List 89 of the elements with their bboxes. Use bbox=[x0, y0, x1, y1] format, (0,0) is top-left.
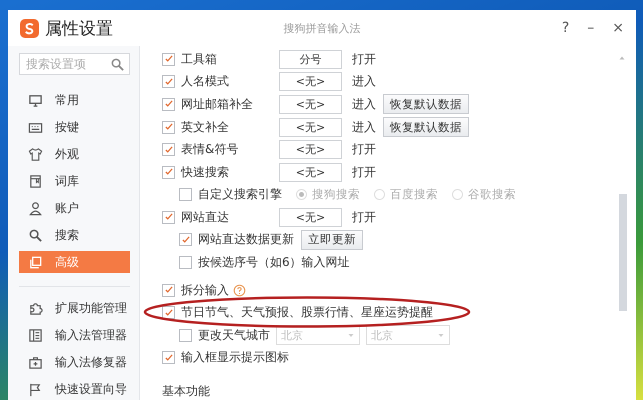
check-icon bbox=[164, 122, 174, 132]
update-button[interactable]: 立即更新 bbox=[301, 230, 363, 250]
action-label: 进入 bbox=[352, 96, 376, 113]
person-icon bbox=[28, 200, 43, 216]
book-icon bbox=[28, 174, 43, 188]
checkbox[interactable] bbox=[162, 52, 175, 66]
option-label: 节日节气、天气预报、股票行情、星座运势提醒 bbox=[181, 304, 433, 322]
toolbox-icon bbox=[28, 354, 43, 370]
caret-icon bbox=[347, 331, 355, 340]
checkbox[interactable] bbox=[179, 233, 192, 246]
s-logo-icon bbox=[23, 22, 36, 34]
close-button[interactable]: × bbox=[610, 20, 626, 36]
shirt-icon bbox=[28, 146, 43, 162]
hotkey-field[interactable]: 分号 bbox=[279, 50, 342, 69]
check-icon bbox=[164, 167, 174, 178]
action-label: 打开 bbox=[352, 208, 376, 226]
search-field[interactable]: 搜索设置项 bbox=[19, 53, 130, 75]
restore-button[interactable]: 恢复默认数据 bbox=[383, 117, 469, 138]
scroll-up-icon bbox=[618, 54, 626, 62]
caret-icon bbox=[437, 331, 445, 340]
tool-link[interactable]: 输入法管理器 bbox=[19, 324, 130, 346]
list-icon bbox=[28, 328, 43, 342]
search-icon bbox=[28, 228, 43, 242]
option-label: 快速搜索 bbox=[181, 164, 229, 181]
check-icon bbox=[164, 212, 174, 222]
checkbox[interactable] bbox=[162, 120, 175, 134]
copy-icon bbox=[28, 254, 43, 270]
checkbox[interactable] bbox=[179, 188, 192, 202]
option-label: 网址邮箱补全 bbox=[181, 96, 253, 113]
check-icon bbox=[164, 144, 174, 155]
check-icon bbox=[164, 352, 174, 363]
option-label: 输入框显示提示图标 bbox=[181, 349, 289, 366]
option-label: 网站直达 bbox=[181, 208, 229, 226]
checkbox[interactable] bbox=[179, 256, 192, 269]
option-label: 更改天气城市 bbox=[198, 326, 270, 344]
option-label: 网站直达数据更新 bbox=[198, 231, 294, 248]
hotkey-field[interactable]: <无> bbox=[279, 118, 342, 137]
action-label: 进入 bbox=[352, 118, 376, 136]
checkbox[interactable] bbox=[162, 75, 175, 88]
sidebar-item[interactable]: 外观 bbox=[19, 143, 130, 165]
check-icon bbox=[180, 234, 190, 245]
checkbox[interactable] bbox=[179, 328, 192, 342]
app-name: 搜狗拼音输入法 bbox=[284, 22, 360, 34]
hotkey-field[interactable]: <无> bbox=[279, 162, 342, 182]
monitor-icon bbox=[28, 92, 43, 108]
option-label: 自定义搜索引擎 bbox=[198, 186, 282, 204]
checkbox[interactable] bbox=[162, 98, 175, 111]
option-label: 英文补全 bbox=[181, 118, 229, 136]
hotkey-field[interactable]: <无> bbox=[279, 208, 342, 227]
action-label: 打开 bbox=[352, 164, 376, 181]
puzzle-icon bbox=[28, 300, 43, 316]
check-icon bbox=[164, 285, 174, 296]
section-heading: 基本功能 bbox=[162, 383, 211, 400]
hotkey-field[interactable]: <无> bbox=[279, 72, 342, 92]
action-label: 进入 bbox=[352, 73, 376, 90]
sidebar-item[interactable]: 常用 bbox=[19, 89, 130, 111]
tool-link[interactable]: 扩展功能管理 bbox=[19, 297, 130, 319]
hotkey-field[interactable]: <无> bbox=[279, 140, 342, 160]
option-label: 人名模式 bbox=[181, 73, 229, 90]
checkbox[interactable] bbox=[162, 351, 175, 364]
sidebar-item[interactable]: 按键 bbox=[19, 116, 130, 138]
sidebar-item[interactable]: 搜索 bbox=[19, 224, 130, 246]
help-icon bbox=[233, 284, 246, 297]
search-icon bbox=[110, 57, 125, 72]
flag-icon bbox=[28, 382, 43, 396]
tool-link[interactable]: 输入法修复器 bbox=[19, 351, 130, 373]
option-label: 按候选序号（如6）输入网址 bbox=[198, 254, 350, 271]
minimize-button[interactable]: – bbox=[585, 20, 596, 36]
checkbox[interactable] bbox=[162, 284, 175, 297]
checkbox[interactable] bbox=[162, 306, 175, 320]
restore-button[interactable]: 恢复默认数据 bbox=[383, 94, 469, 114]
sidebar-item[interactable]: 账户 bbox=[19, 197, 130, 219]
window-title: 属性设置 bbox=[45, 18, 113, 40]
option-label: 工具箱 bbox=[181, 50, 217, 68]
check-icon bbox=[164, 54, 174, 64]
sidebar-item[interactable]: 词库 bbox=[19, 170, 130, 192]
action-label: 打开 bbox=[352, 141, 376, 158]
help-button[interactable]: ? bbox=[560, 20, 572, 36]
tool-link[interactable]: 快速设置向导 bbox=[19, 378, 130, 400]
option-label: 拆分输入 bbox=[181, 282, 229, 299]
checkbox[interactable] bbox=[162, 210, 175, 224]
action-label: 打开 bbox=[352, 50, 376, 68]
option-label: 表情&符号 bbox=[181, 141, 238, 158]
hotkey-field[interactable]: <无> bbox=[279, 94, 342, 114]
checkbox[interactable] bbox=[162, 166, 175, 179]
check-icon bbox=[164, 99, 174, 110]
check-icon bbox=[164, 308, 174, 318]
check-icon bbox=[164, 76, 174, 87]
checkbox[interactable] bbox=[162, 143, 175, 156]
